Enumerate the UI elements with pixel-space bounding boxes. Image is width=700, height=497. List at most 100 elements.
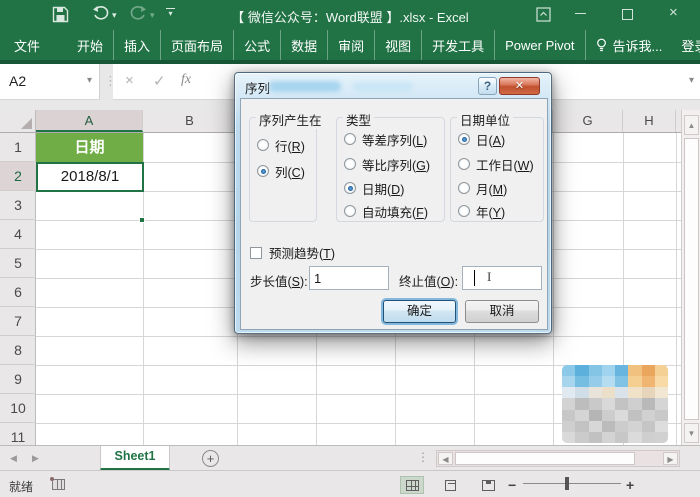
watermark-pixel (654, 398, 668, 410)
row-header-5[interactable]: 5 (0, 249, 36, 278)
select-all-corner[interactable] (0, 110, 36, 132)
scrollbar-resize-grip[interactable]: ⋮ (417, 450, 429, 464)
radio-日期单位-工作日[interactable]: 工作日(W) (458, 157, 534, 173)
vertical-scrollbar-thumb[interactable] (684, 138, 699, 420)
vertical-scrollbar[interactable]: ▲ ▼ (681, 110, 700, 447)
radio-日期单位-月[interactable]: 月(M) (458, 181, 507, 197)
column-header-H[interactable]: H (623, 110, 676, 132)
name-box-dropdown-icon[interactable]: ▾ (87, 75, 92, 86)
cancel-entry-icon[interactable]: × (125, 72, 134, 89)
row-header-9[interactable]: 9 (0, 365, 36, 394)
tab-tell-me[interactable]: 告诉我... (584, 30, 673, 60)
close-button[interactable]: × (669, 5, 678, 20)
ribbon-tab-file[interactable]: 文件 (0, 30, 55, 60)
row-header-1[interactable]: 1 (0, 133, 36, 162)
column-header-A[interactable]: A (36, 110, 143, 132)
zoom-out-button[interactable]: − (508, 477, 516, 493)
cell-A1[interactable]: 日期 (36, 133, 143, 162)
scroll-down-button[interactable]: ▼ (684, 423, 699, 443)
radio-label: 等比序列(G) (362, 158, 431, 173)
ribbon-tab-3[interactable]: 页面布局 (160, 30, 233, 60)
row-header-6[interactable]: 6 (0, 278, 36, 307)
insert-function-icon[interactable]: fx (181, 72, 191, 88)
horizontal-scrollbar-thumb[interactable] (455, 452, 635, 465)
ribbon-display-options-icon[interactable] (536, 7, 551, 22)
radio-button-icon[interactable] (257, 165, 269, 177)
radio-button-icon[interactable] (344, 158, 356, 170)
ribbon-tab-9[interactable]: Power Pivot (494, 30, 584, 60)
radio-类型-等差序列[interactable]: 等差序列(L) (344, 132, 427, 148)
watermark-pixel (575, 365, 589, 377)
radio-button-icon[interactable] (458, 158, 470, 170)
sign-in-button[interactable]: 登录 (672, 30, 700, 60)
ok-button[interactable]: 确定 (383, 300, 456, 323)
scroll-up-button[interactable]: ▲ (684, 115, 699, 135)
next-sheet-icon[interactable]: ▶ (32, 453, 39, 464)
row-header-10[interactable]: 10 (0, 394, 36, 423)
radio-序列产生在-列[interactable]: 列(C) (257, 164, 305, 180)
scroll-left-button[interactable]: ◀ (438, 452, 453, 465)
radio-button-icon[interactable] (257, 139, 269, 151)
row-header-2[interactable]: 2 (0, 162, 36, 191)
radio-序列产生在-行[interactable]: 行(R) (257, 138, 305, 154)
row-header-8[interactable]: 8 (0, 336, 36, 365)
expand-formula-bar-icon[interactable]: ▾ (689, 75, 694, 86)
row-header-7[interactable]: 7 (0, 307, 36, 336)
radio-button-icon[interactable] (344, 205, 356, 217)
page-layout-view-button[interactable] (438, 476, 462, 494)
watermark-pixel (641, 409, 655, 421)
fill-handle[interactable] (139, 217, 145, 223)
watermark-pixel (641, 431, 655, 443)
dialog-close-button[interactable]: ✕ (499, 77, 540, 95)
cell-A2-active[interactable]: 2018/8/1 (36, 162, 144, 192)
ribbon-tab-6[interactable]: 审阅 (327, 30, 374, 60)
ribbon-tab-7[interactable]: 视图 (374, 30, 421, 60)
column-header-G[interactable]: G (553, 110, 623, 132)
cancel-button[interactable]: 取消 (465, 300, 539, 323)
radio-类型-日期[interactable]: 日期(D) (344, 181, 404, 197)
watermark-pixel (615, 431, 629, 443)
dialog-help-button[interactable]: ? (478, 77, 497, 95)
prev-sheet-icon[interactable]: ◀ (10, 453, 17, 464)
ribbon-tab-8[interactable]: 开发工具 (421, 30, 494, 60)
lightbulb-icon (596, 38, 606, 51)
radio-button-icon[interactable] (458, 182, 470, 194)
row-header-11[interactable]: 11 (0, 423, 36, 445)
macro-record-icon[interactable] (50, 477, 65, 490)
radio-日期单位-日[interactable]: 日(A) (458, 132, 505, 148)
ribbon-tab-2[interactable]: 插入 (113, 30, 160, 60)
radio-button-icon[interactable] (344, 133, 356, 145)
zoom-slider-track[interactable] (523, 483, 621, 484)
zoom-in-button[interactable]: + (626, 477, 634, 493)
name-box[interactable]: A2 ▾ (0, 64, 100, 100)
page-break-view-button[interactable] (476, 476, 500, 494)
column-header-B[interactable]: B (143, 110, 237, 132)
confirm-entry-icon[interactable]: ✓ (153, 72, 166, 90)
row-header-3[interactable]: 3 (0, 191, 36, 220)
normal-view-button[interactable] (400, 476, 424, 494)
ribbon-tab-5[interactable]: 数据 (280, 30, 327, 60)
sheet-tab-sheet1[interactable]: Sheet1 (100, 446, 170, 471)
radio-类型-自动填充[interactable]: 自动填充(F) (344, 204, 428, 220)
zoom-slider-thumb[interactable] (565, 477, 569, 490)
add-sheet-button[interactable]: + (202, 450, 219, 467)
maximize-button[interactable] (622, 9, 633, 20)
watermark-pixel (588, 376, 602, 388)
scroll-right-button[interactable]: ▶ (663, 452, 678, 465)
radio-日期单位-年[interactable]: 年(Y) (458, 204, 505, 220)
group-label: 日期单位 (457, 110, 514, 129)
step-value-input[interactable] (309, 266, 389, 290)
minimize-button[interactable] (575, 13, 586, 14)
watermark-pixel (601, 387, 615, 399)
radio-button-icon[interactable] (458, 205, 470, 217)
ribbon-tab-1[interactable]: 开始 (67, 30, 113, 60)
horizontal-scrollbar[interactable]: ◀ ▶ (436, 450, 680, 467)
checkbox-icon[interactable] (250, 246, 262, 259)
radio-button-icon[interactable] (344, 182, 356, 194)
trend-checkbox[interactable]: 预测趋势(T) (250, 243, 335, 262)
radio-类型-等比序列[interactable]: 等比序列(G) (344, 157, 431, 173)
row-header-4[interactable]: 4 (0, 220, 36, 249)
ribbon-tab-4[interactable]: 公式 (233, 30, 280, 60)
watermark-pixel (588, 409, 602, 421)
radio-button-icon[interactable] (458, 133, 470, 145)
